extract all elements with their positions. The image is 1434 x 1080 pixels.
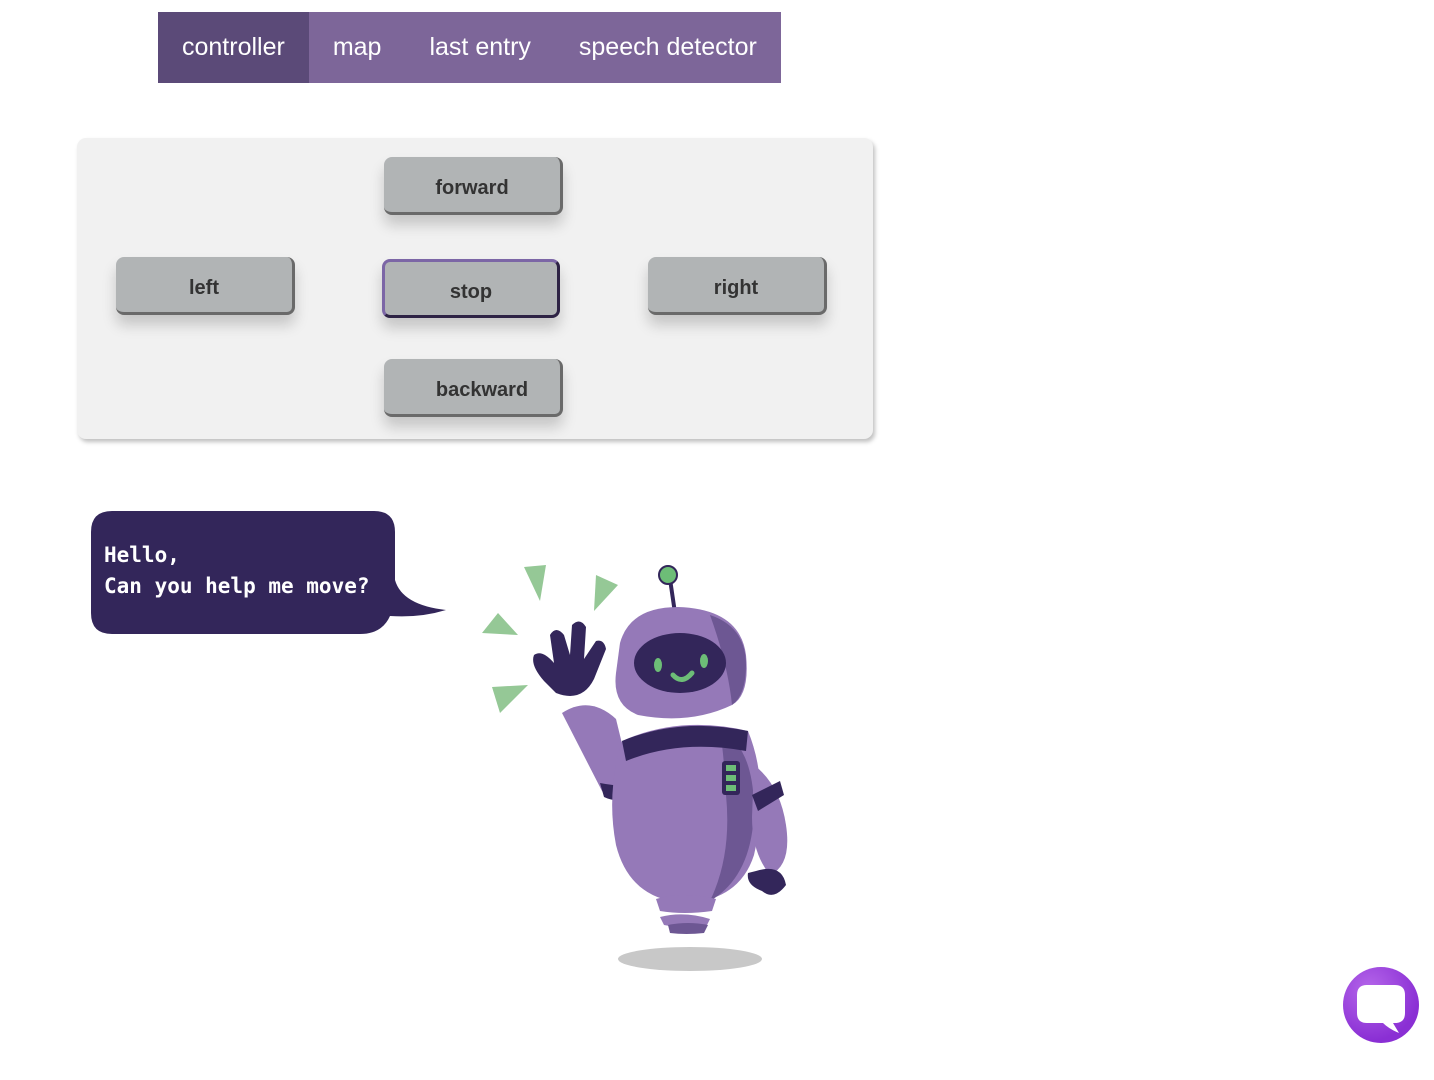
stop-button[interactable]: stop xyxy=(382,259,560,318)
tab-speech-detector[interactable]: speech detector xyxy=(555,12,781,83)
chat-button[interactable] xyxy=(1343,967,1419,1043)
bubble-text: Hello, Can you help me move? xyxy=(104,543,370,598)
tab-controller[interactable]: controller xyxy=(158,12,309,83)
nav-tabs: controller map last entry speech detecto… xyxy=(158,12,781,83)
tab-last-entry[interactable]: last entry xyxy=(405,12,554,83)
left-button[interactable]: left xyxy=(116,257,295,315)
backward-button[interactable]: backward xyxy=(384,359,563,417)
speech-bubble: Hello, Can you help me move? xyxy=(90,510,450,645)
forward-button[interactable]: forward xyxy=(384,157,563,215)
chat-bubble-icon xyxy=(1357,985,1405,1033)
right-button[interactable]: right xyxy=(648,257,827,315)
controller-panel: forward left stop right backward xyxy=(77,138,873,439)
tab-map[interactable]: map xyxy=(309,12,406,83)
robot-illustration xyxy=(470,555,810,980)
